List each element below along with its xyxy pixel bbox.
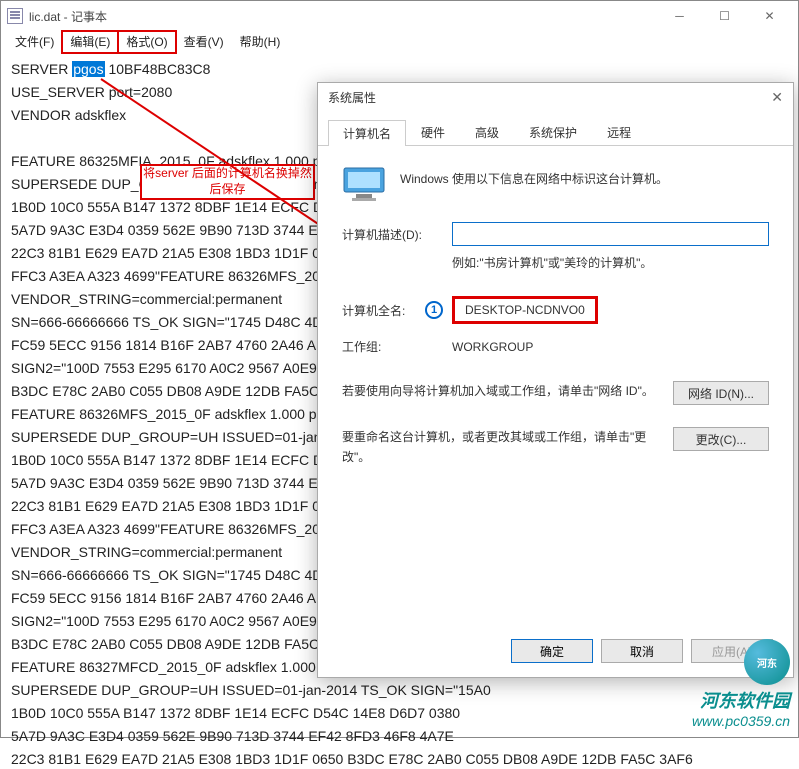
annotation-callout: 将server 后面的计算机名换掉然后保存 xyxy=(140,164,315,200)
workgroup-label: 工作组: xyxy=(342,338,452,355)
tab-advanced[interactable]: 高级 xyxy=(460,119,514,145)
annotation-badge-1: 1 xyxy=(425,301,443,319)
notepad-icon xyxy=(7,8,23,24)
computer-icon xyxy=(342,166,386,202)
minimize-button[interactable]: ─ xyxy=(657,1,702,31)
description-hint: 例如:"书房计算机"或"美玲的计算机"。 xyxy=(452,254,769,271)
network-id-button[interactable]: 网络 ID(N)... xyxy=(673,381,769,405)
description-input[interactable] xyxy=(452,222,769,246)
menu-view[interactable]: 查看(V) xyxy=(176,31,232,53)
menu-help[interactable]: 帮助(H) xyxy=(232,31,289,53)
watermark: 河东 河东软件园 www.pc0359.cn xyxy=(692,639,790,729)
fullname-value: DESKTOP-NCDNVO0 xyxy=(465,303,585,317)
tab-system-protection[interactable]: 系统保护 xyxy=(514,119,592,145)
menu-format[interactable]: 格式(O) xyxy=(118,31,175,53)
selected-text: pgos xyxy=(72,61,104,77)
change-button[interactable]: 更改(C)... xyxy=(673,427,769,451)
ok-button[interactable]: 确定 xyxy=(511,639,593,663)
tab-remote[interactable]: 远程 xyxy=(592,119,646,145)
network-id-text: 若要使用向导将计算机加入域或工作组，请单击"网络 ID"。 xyxy=(342,381,673,401)
workgroup-value: WORKGROUP xyxy=(452,340,769,354)
close-button[interactable]: ✕ xyxy=(747,1,792,31)
window-title: lic.dat - 记事本 xyxy=(29,8,107,25)
tab-hardware[interactable]: 硬件 xyxy=(406,119,460,145)
rename-text: 要重命名这台计算机，或者更改其域或工作组，请单击"更改"。 xyxy=(342,427,673,468)
tab-computer-name[interactable]: 计算机名 xyxy=(328,120,406,146)
description-label: 计算机描述(D): xyxy=(342,226,452,243)
fullname-highlight: 1 DESKTOP-NCDNVO0 xyxy=(452,296,598,324)
maximize-button[interactable]: ☐ xyxy=(702,1,747,31)
menubar: 文件(F) 编辑(E) 格式(O) 查看(V) 帮助(H) xyxy=(1,31,798,53)
notepad-titlebar: lic.dat - 记事本 ─ ☐ ✕ xyxy=(1,1,798,31)
watermark-logo-icon: 河东 xyxy=(744,639,790,685)
watermark-url: www.pc0359.cn xyxy=(692,713,790,729)
info-text: Windows 使用以下信息在网络中标识这台计算机。 xyxy=(400,166,769,187)
dialog-close-icon[interactable]: ✕ xyxy=(771,89,783,106)
system-properties-dialog: 系统属性 ✕ 计算机名 硬件 高级 系统保护 远程 Windows 使用以下信息… xyxy=(317,82,794,678)
dialog-titlebar: 系统属性 ✕ xyxy=(318,83,793,111)
cancel-button[interactable]: 取消 xyxy=(601,639,683,663)
tab-strip: 计算机名 硬件 高级 系统保护 远程 xyxy=(318,111,793,146)
menu-edit[interactable]: 编辑(E) xyxy=(62,31,118,53)
watermark-name: 河东软件园 xyxy=(692,687,790,713)
menu-file[interactable]: 文件(F) xyxy=(7,31,62,53)
